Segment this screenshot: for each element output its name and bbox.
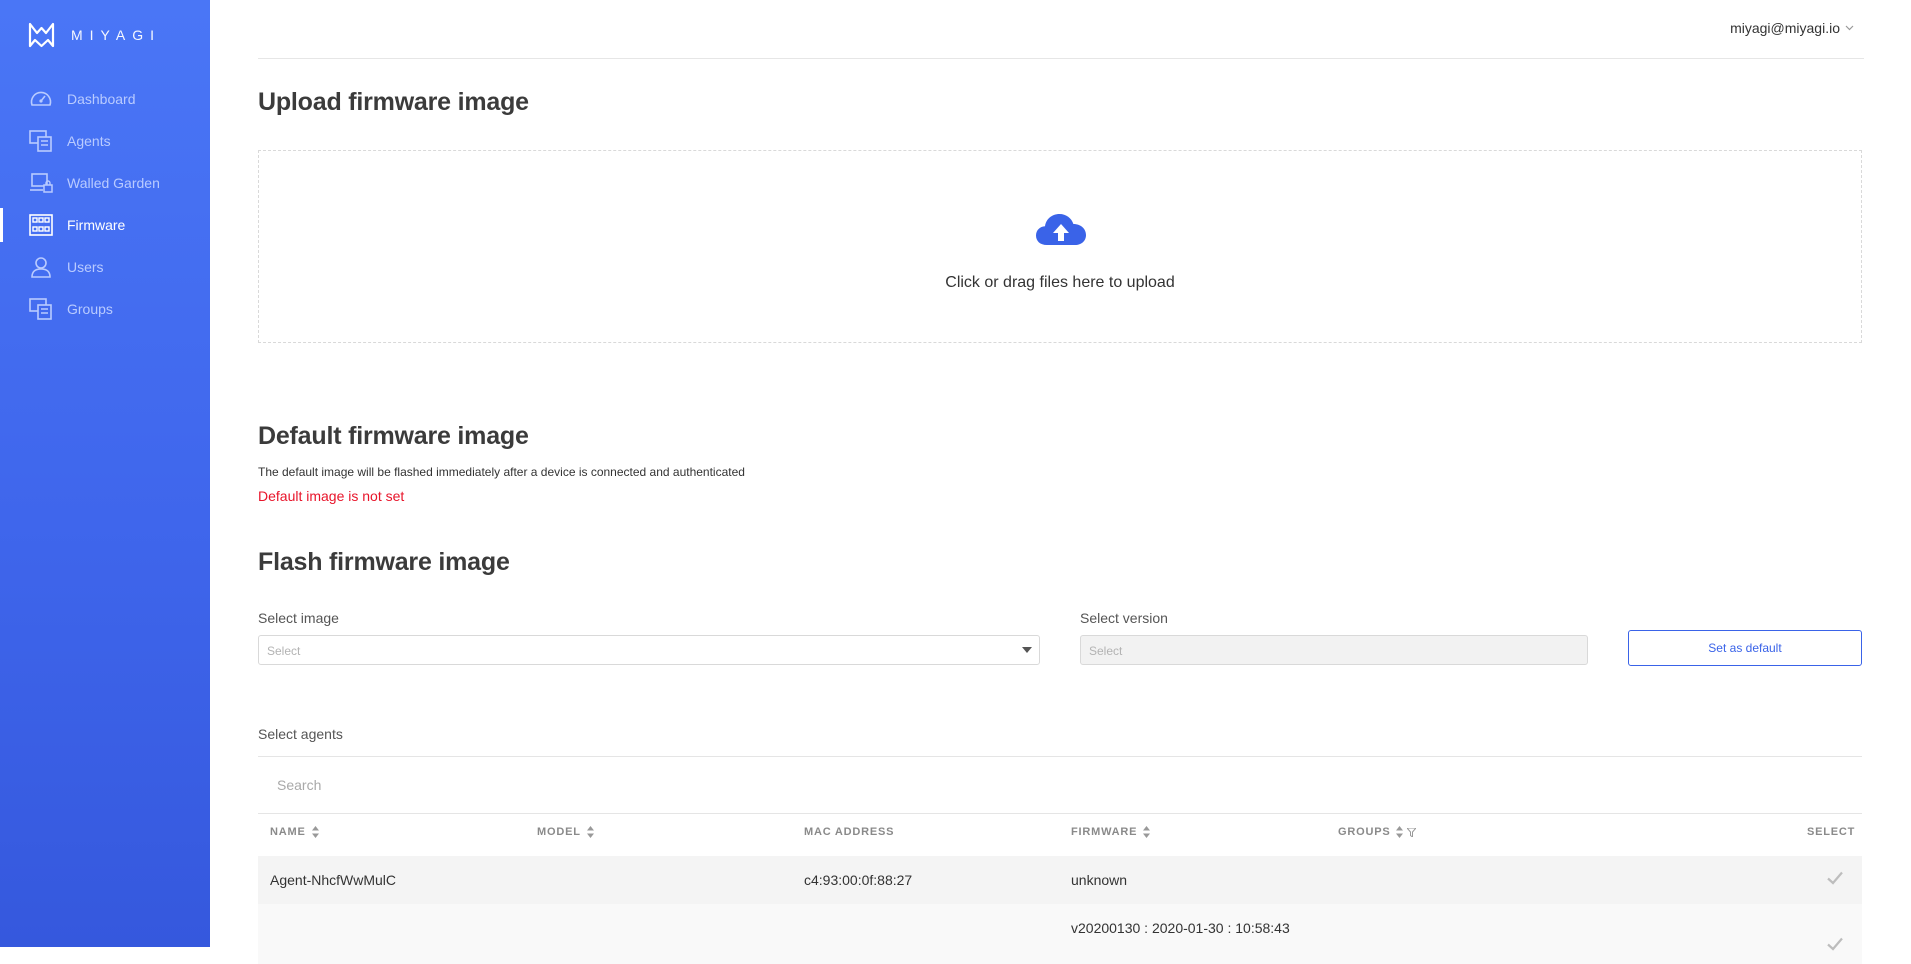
- table-row[interactable]: Agent-NhcfWwMulC c4:93:00:0f:88:27 unkno…: [258, 856, 1862, 904]
- column-header-label: MODEL: [537, 826, 581, 838]
- top-header: miyagi@miyagi.io: [258, 0, 1864, 59]
- upload-dropzone[interactable]: Click or drag files here to upload: [258, 150, 1862, 343]
- column-header-model[interactable]: MODEL: [537, 826, 594, 838]
- column-header-select: SELECT: [1807, 826, 1855, 838]
- set-as-default-button[interactable]: Set as default: [1628, 630, 1862, 666]
- walled-garden-laptop-lock-icon: [30, 173, 53, 193]
- firmware-grid-icon: [29, 214, 53, 236]
- version-select[interactable]: Select: [1080, 635, 1588, 665]
- dashboard-gauge-icon: [30, 91, 52, 106]
- user-email: miyagi@miyagi.io: [1730, 20, 1840, 36]
- cell-name: Agent-NhcfWwMulC: [270, 872, 397, 888]
- divider: [258, 813, 1862, 814]
- sidebar-item-groups[interactable]: Groups: [0, 288, 210, 330]
- sidebar-item-label: Walled Garden: [67, 175, 160, 191]
- sidebar-nav: Dashboard Agents Walled Garden Firmware …: [0, 78, 210, 330]
- filter-icon[interactable]: [1407, 827, 1417, 837]
- miyagi-logo-icon: [28, 22, 55, 48]
- sort-icon: [1143, 826, 1151, 838]
- column-header-label: SELECT: [1807, 826, 1856, 838]
- sidebar-item-agents[interactable]: Agents: [0, 120, 210, 162]
- column-header-label: MAC ADDRESS: [804, 826, 895, 838]
- sidebar: MIYAGI Dashboard Agents Walled Garden Fi…: [0, 0, 210, 947]
- column-header-label: GROUPS: [1338, 826, 1391, 838]
- column-header-label: NAME: [270, 826, 306, 838]
- upload-section-title: Upload firmware image: [258, 88, 529, 116]
- groups-devices-icon: [29, 298, 52, 320]
- sort-icon: [586, 826, 594, 838]
- cell-mac: c4:93:00:0f:88:27: [804, 872, 913, 888]
- column-header-name[interactable]: NAME: [270, 826, 319, 838]
- image-select-placeholder: Select: [267, 644, 301, 658]
- brand-logo[interactable]: MIYAGI: [28, 22, 161, 48]
- table-row[interactable]: v20200130 : 2020-01-30 : 10:58:43: [258, 904, 1862, 964]
- flash-section-title: Flash firmware image: [258, 548, 510, 576]
- caret-down-icon: [1022, 647, 1032, 653]
- chevron-down-icon: [1845, 25, 1854, 31]
- column-header-mac: MAC ADDRESS: [804, 826, 894, 838]
- default-section-title: Default firmware image: [258, 422, 529, 450]
- sidebar-item-label: Groups: [67, 301, 113, 317]
- select-image-label: Select image: [258, 610, 339, 626]
- checkmark-icon[interactable]: [1827, 937, 1843, 951]
- sidebar-item-label: Users: [67, 259, 104, 275]
- sidebar-item-walled-garden[interactable]: Walled Garden: [0, 162, 210, 204]
- sidebar-item-label: Firmware: [67, 217, 126, 233]
- dropzone-text: Click or drag files here to upload: [945, 274, 1175, 291]
- sidebar-item-dashboard[interactable]: Dashboard: [0, 78, 210, 120]
- sort-icon: [1396, 826, 1404, 838]
- select-agents-label: Select agents: [258, 726, 343, 742]
- cell-firmware: unknown: [1071, 872, 1128, 888]
- checkmark-icon[interactable]: [1827, 871, 1843, 885]
- sidebar-item-label: Dashboard: [67, 91, 136, 107]
- default-status-warning: Default image is not set: [258, 488, 405, 504]
- agents-devices-icon: [29, 130, 52, 152]
- column-header-groups[interactable]: GROUPS: [1338, 826, 1417, 838]
- version-select-placeholder: Select: [1089, 644, 1123, 658]
- cell-firmware: v20200130 : 2020-01-30 : 10:58:43: [1071, 920, 1290, 936]
- sidebar-item-users[interactable]: Users: [0, 246, 210, 288]
- select-version-label: Select version: [1080, 610, 1168, 626]
- agents-search-input[interactable]: [258, 757, 1862, 812]
- users-person-icon: [31, 257, 51, 278]
- default-description: The default image will be flashed immedi…: [258, 465, 745, 479]
- user-menu[interactable]: miyagi@miyagi.io: [1730, 20, 1854, 36]
- image-select[interactable]: Select: [258, 635, 1040, 665]
- cloud-upload-icon: [1036, 214, 1086, 245]
- column-header-label: FIRMWARE: [1071, 826, 1138, 838]
- sort-icon: [311, 826, 319, 838]
- sidebar-item-label: Agents: [67, 133, 111, 149]
- sidebar-item-firmware[interactable]: Firmware: [0, 204, 210, 246]
- brand-name: MIYAGI: [71, 27, 161, 43]
- column-header-firmware[interactable]: FIRMWARE: [1071, 826, 1151, 838]
